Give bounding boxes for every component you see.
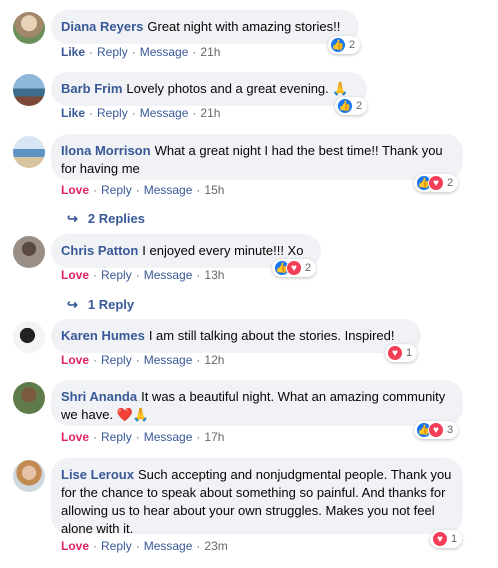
love-button[interactable]: Love <box>61 353 89 367</box>
reaction-count: 1 <box>451 533 458 545</box>
love-button[interactable]: Love <box>61 430 89 444</box>
reply-button[interactable]: Reply <box>101 353 132 367</box>
avatar[interactable] <box>13 12 45 44</box>
replies-label: 1 Reply <box>87 297 135 312</box>
love-icon: ♥ <box>432 531 448 547</box>
like-icon: 👍 <box>337 98 353 114</box>
comment-timestamp[interactable]: 15h <box>204 183 224 197</box>
comment-author[interactable]: Ilona Morrison <box>61 143 151 158</box>
reaction-count: 2 <box>447 177 454 189</box>
comment-actions: Love · Reply · Message · 23m <box>61 539 228 553</box>
reply-button[interactable]: Reply <box>101 430 132 444</box>
comment-timestamp[interactable]: 12h <box>204 353 224 367</box>
reaction-badge[interactable]: 👍 2 <box>328 36 361 54</box>
reaction-count: 2 <box>349 39 356 51</box>
avatar[interactable] <box>13 460 45 492</box>
reaction-count: 2 <box>356 100 363 112</box>
love-icon: ♥ <box>428 175 444 191</box>
comment-author[interactable]: Lise Leroux <box>61 467 134 482</box>
message-button[interactable]: Message <box>140 45 189 59</box>
message-button[interactable]: Message <box>140 106 189 120</box>
message-button[interactable]: Message <box>144 539 193 553</box>
love-button[interactable]: Love <box>61 183 89 197</box>
comment-author[interactable]: Diana Reyers <box>61 19 143 34</box>
love-button[interactable]: Love <box>61 268 89 282</box>
love-icon: ♥ <box>286 260 302 276</box>
reaction-count: 2 <box>305 262 312 274</box>
replies-label: 2 Replies <box>87 211 145 226</box>
view-replies-link[interactable]: ↪ 2 Replies <box>67 211 145 227</box>
comment-bubble: Ilona Morrison What a great night I had t… <box>51 134 463 180</box>
reply-button[interactable]: Reply <box>101 183 132 197</box>
comment-author[interactable]: Chris Patton <box>61 243 138 258</box>
reply-button[interactable]: Reply <box>97 45 128 59</box>
comment-timestamp[interactable]: 21h <box>200 45 220 59</box>
comment-timestamp[interactable]: 13h <box>204 268 224 282</box>
comment-author[interactable]: Karen Humes <box>61 328 145 343</box>
reaction-badge[interactable]: 👍 ♥ 2 <box>272 259 317 277</box>
comment-timestamp[interactable]: 17h <box>204 430 224 444</box>
comment-text: I enjoyed every minute!!! Xo <box>142 243 304 258</box>
comment-actions: Love · Reply · Message · 12h <box>61 353 225 367</box>
comment-actions: Love · Reply · Message · 17h <box>61 430 225 444</box>
reply-arrow-icon: ↪ <box>67 211 78 226</box>
message-button[interactable]: Message <box>144 268 193 282</box>
comment-text: I am still talking about the stories. In… <box>148 328 395 343</box>
message-button[interactable]: Message <box>144 430 193 444</box>
reaction-badge[interactable]: 👍 2 <box>335 97 368 115</box>
comment-actions: Love · Reply · Message · 13h <box>61 268 225 282</box>
reply-button[interactable]: Reply <box>101 268 132 282</box>
reaction-badge[interactable]: ♥ 1 <box>385 344 418 362</box>
avatar[interactable] <box>13 236 45 268</box>
like-button[interactable]: Like <box>61 106 85 120</box>
love-icon: ♥ <box>428 422 444 438</box>
love-button[interactable]: Love <box>61 539 89 553</box>
message-button[interactable]: Message <box>144 353 193 367</box>
comment-actions: Like · Reply · Message · 21h <box>61 45 221 59</box>
avatar[interactable] <box>13 321 45 353</box>
comment-actions: Love · Reply · Message · 15h <box>61 183 225 197</box>
comment-timestamp[interactable]: 23m <box>204 539 227 553</box>
comment-text: Great night with amazing stories!! <box>147 19 341 34</box>
comment-bubble: Diana Reyers Great night with amazing sto… <box>51 10 359 44</box>
comment-author[interactable]: Barb Frim <box>61 81 122 96</box>
comment-author[interactable]: Shri Ananda <box>61 389 137 404</box>
comment-timestamp[interactable]: 21h <box>200 106 220 120</box>
comment-bubble: Lise Leroux Such accepting and nonjudgmen… <box>51 458 463 536</box>
comment-bubble: Karen Humes I am still talking about the … <box>51 319 421 353</box>
reaction-count: 1 <box>406 347 413 359</box>
comment-bubble: Shri Ananda It was a beautiful night. Wha… <box>51 380 463 426</box>
message-button[interactable]: Message <box>144 183 193 197</box>
comment-text: Lovely photos and a great evening. 🙏 <box>126 81 349 96</box>
reply-button[interactable]: Reply <box>97 106 128 120</box>
reaction-badge[interactable]: 👍 ♥ 3 <box>414 421 459 439</box>
reaction-badge[interactable]: 👍 ♥ 2 <box>414 174 459 192</box>
reply-button[interactable]: Reply <box>101 539 132 553</box>
like-button[interactable]: Like <box>61 45 85 59</box>
avatar[interactable] <box>13 382 45 414</box>
comment-bubble: Barb Frim Lovely photos and a great eveni… <box>51 72 367 106</box>
avatar[interactable] <box>13 136 45 168</box>
reaction-count: 3 <box>447 424 454 436</box>
reaction-badge[interactable]: ♥ 1 <box>430 530 463 548</box>
view-replies-link[interactable]: ↪ 1 Reply <box>67 297 134 313</box>
reply-arrow-icon: ↪ <box>67 297 78 312</box>
avatar[interactable] <box>13 74 45 106</box>
love-icon: ♥ <box>387 345 403 361</box>
like-icon: 👍 <box>330 37 346 53</box>
comment-actions: Like · Reply · Message · 21h <box>61 106 221 120</box>
